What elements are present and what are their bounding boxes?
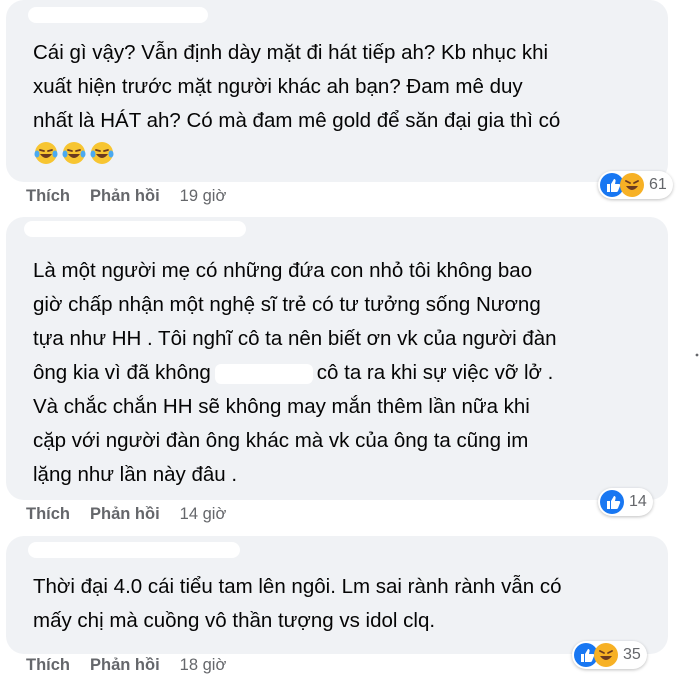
comment-line: xuất hiện trước mặt người khác ah bạn? Đ… bbox=[33, 75, 523, 98]
comment-line: mấy chị mà cuồng vô thần tượng vs idol c… bbox=[33, 609, 436, 632]
reaction-summary[interactable]: 35 bbox=[572, 641, 647, 669]
like-button[interactable]: Thích bbox=[26, 505, 70, 524]
comment-line: tựa như HH . Tôi nghĩ cô ta nên biết ơn … bbox=[33, 327, 557, 350]
comment-timestamp[interactable]: 19 giờ bbox=[180, 187, 227, 206]
comment-line: giờ chấp nhận một nghệ sĩ trẻ có tư tưởn… bbox=[33, 293, 541, 316]
redacted-author-name bbox=[28, 7, 208, 23]
laugh-cry-emoji bbox=[34, 142, 58, 164]
redacted-author-name bbox=[28, 542, 240, 558]
reaction-count: 61 bbox=[649, 176, 667, 193]
comment-line: cặp với người đàn ông khác mà vk của ông… bbox=[33, 429, 529, 452]
comment-line: Thời đại 4.0 cái tiểu tam lên ngôi. Lm s… bbox=[33, 575, 562, 598]
haha-reaction-icon bbox=[620, 173, 644, 197]
comment-line: nhất là HÁT ah? Có mà đam mê gold để săn… bbox=[33, 109, 561, 132]
comment-line-part: cô ta ra khi sự việc vỡ lở . bbox=[316, 361, 554, 384]
like-button[interactable]: Thích bbox=[26, 187, 70, 206]
comment-actions: Thích Phản hồi 18 giờ bbox=[26, 656, 226, 675]
haha-reaction-icon bbox=[594, 643, 618, 667]
like-button[interactable]: Thích bbox=[26, 656, 70, 675]
comment-line: Cái gì vậy? Vẫn định dày mặt đi hát tiếp… bbox=[33, 41, 549, 64]
comment-text: Thời đại 4.0 cái tiểu tam lên ngôi. Lm s… bbox=[33, 570, 654, 638]
more-options-icon[interactable] bbox=[694, 353, 700, 357]
reaction-summary[interactable]: 14 bbox=[598, 488, 653, 516]
comment-line-part: ông kia vì đã không bbox=[33, 361, 211, 384]
reaction-count: 14 bbox=[629, 493, 647, 510]
comment-line: lặng như lần này đâu . bbox=[33, 463, 238, 486]
reaction-summary[interactable]: 61 bbox=[598, 171, 673, 199]
comment-line: Và chắc chắn HH sẽ không may mắn thêm lầ… bbox=[33, 395, 530, 418]
laugh-cry-emoji bbox=[90, 142, 114, 164]
redacted-author-name bbox=[24, 221, 246, 237]
comment-line: Là một người mẹ có những đứa con nhỏ tôi… bbox=[33, 259, 533, 282]
reply-button[interactable]: Phản hồi bbox=[90, 187, 160, 206]
like-reaction-icon bbox=[600, 490, 624, 514]
reply-button[interactable]: Phản hồi bbox=[90, 656, 160, 675]
comment-text: Là một người mẹ có những đứa con nhỏ tôi… bbox=[33, 254, 654, 492]
reaction-count: 35 bbox=[623, 646, 641, 663]
comment-actions: Thích Phản hồi 14 giờ bbox=[26, 505, 226, 524]
comment-text: Cái gì vậy? Vẫn định dày mặt đi hát tiếp… bbox=[33, 36, 654, 166]
comment-timestamp[interactable]: 18 giờ bbox=[180, 656, 227, 675]
comment-bubble: Là một người mẹ có những đứa con nhỏ tôi… bbox=[6, 217, 668, 500]
comment-bubble: Cái gì vậy? Vẫn định dày mặt đi hát tiếp… bbox=[6, 0, 668, 182]
reply-button[interactable]: Phản hồi bbox=[90, 505, 160, 524]
laugh-cry-emoji bbox=[62, 142, 86, 164]
redacted-word bbox=[214, 363, 313, 384]
comment-timestamp[interactable]: 14 giờ bbox=[180, 505, 227, 524]
comment-bubble: Thời đại 4.0 cái tiểu tam lên ngôi. Lm s… bbox=[6, 536, 668, 654]
comment-actions: Thích Phản hồi 19 giờ bbox=[26, 187, 226, 206]
comment-line: ông kia vì đã không cô ta ra khi sự việc … bbox=[33, 356, 654, 390]
